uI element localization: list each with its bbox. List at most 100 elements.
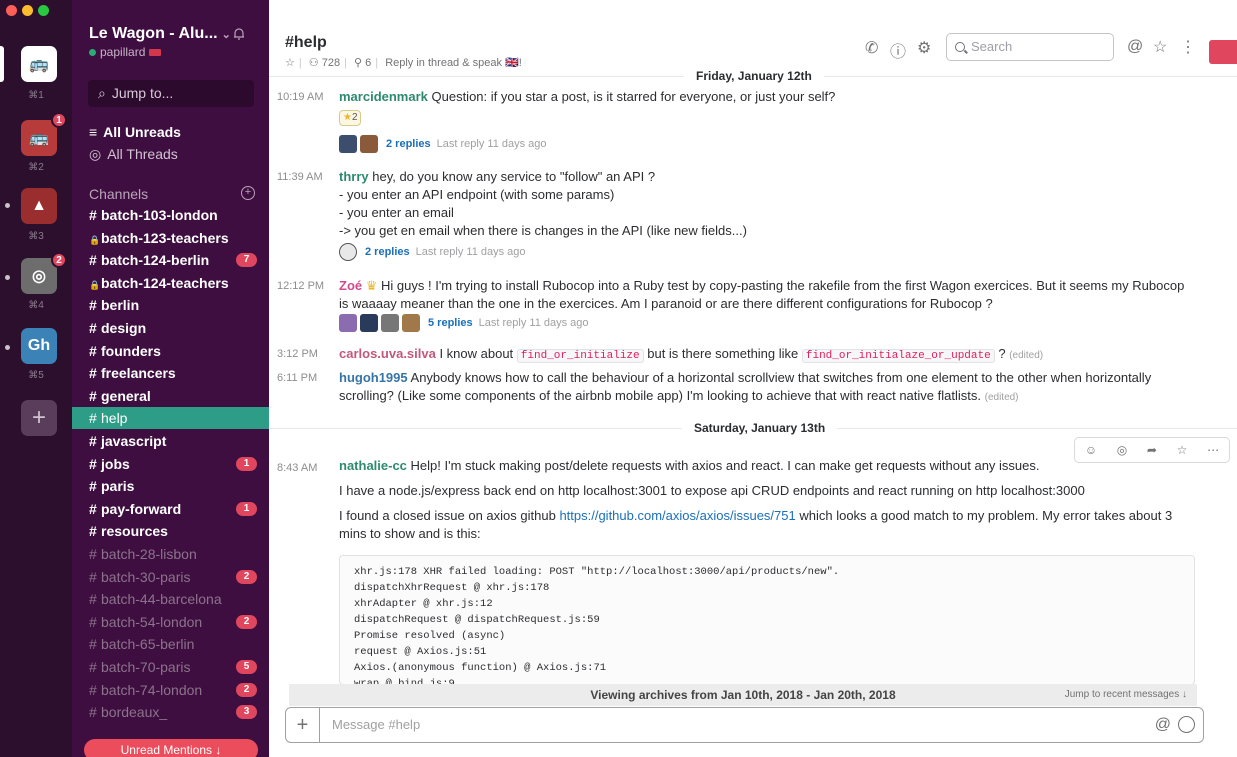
channel-item[interactable]: # batch-103-london: [72, 204, 269, 226]
gift-icon[interactable]: [1209, 40, 1237, 64]
message-author[interactable]: hugoh1995: [339, 370, 408, 385]
github-issue-link[interactable]: https://github.com/axios/axios/issues/75…: [559, 508, 795, 523]
members-icon[interactable]: ⚇: [309, 57, 319, 69]
thread-summary[interactable]: 2 replies Last reply 11 days ago: [339, 132, 547, 156]
all-unreads-link[interactable]: ≡ All Unreads: [89, 124, 181, 140]
channel-item[interactable]: # bordeaux_ 3: [72, 701, 269, 723]
channel-name: batch-103-london: [101, 207, 218, 223]
channel-name: javascript: [101, 433, 167, 449]
channel-item[interactable]: # batch-65-berlin: [72, 633, 269, 655]
jump-to-recent-link[interactable]: Jump to recent messages ↓: [1065, 684, 1187, 706]
maximize-window-button[interactable]: [38, 5, 49, 16]
starred-icon[interactable]: ☆: [1153, 37, 1167, 57]
message-author[interactable]: thrry: [339, 169, 369, 184]
add-workspace-button[interactable]: +: [21, 400, 57, 436]
pin-icon[interactable]: ⚲: [354, 57, 362, 69]
channel-item[interactable]: # batch-70-paris 5: [72, 656, 269, 678]
channel-item[interactable]: # batch-30-paris 2: [72, 566, 269, 588]
channel-item[interactable]: # batch-54-london 2: [72, 611, 269, 633]
workspace-rail: 🚌 ⌘1 🚌 1 ⌘2 ▲ ⌘3 ◎ 2 ⌘4 Gh ⌘5 +: [0, 0, 72, 757]
channel-item[interactable]: # javascript: [72, 430, 269, 452]
channel-item[interactable]: # design: [72, 317, 269, 339]
message-author[interactable]: marcidenmark: [339, 89, 428, 104]
channel-item[interactable]: 🔒batch-124-teachers: [72, 272, 269, 294]
hash-icon: #: [89, 659, 97, 675]
channels-header[interactable]: Channels +: [89, 186, 255, 202]
message-input[interactable]: Message #help: [332, 708, 420, 742]
start-thread-icon[interactable]: ◎: [1117, 443, 1127, 457]
message: thrry hey, do you know any service to "f…: [339, 168, 747, 240]
search-input[interactable]: Search: [946, 33, 1114, 61]
workspace-2[interactable]: 🚌: [21, 120, 57, 156]
attach-button[interactable]: +: [286, 708, 320, 742]
minimize-window-button[interactable]: [22, 5, 33, 16]
thread-summary[interactable]: 5 replies Last reply 11 days ago: [339, 311, 589, 335]
share-icon[interactable]: ➦: [1147, 443, 1157, 457]
workspace-3[interactable]: ▲: [21, 188, 57, 224]
all-threads-link[interactable]: ◎ All Threads: [89, 146, 178, 163]
info-icon[interactable]: ⓘ: [890, 38, 906, 62]
message-timestamp[interactable]: 8:43 AM: [277, 462, 317, 474]
channel-item[interactable]: # founders: [72, 340, 269, 362]
channel-item[interactable]: # batch-74-london 2: [72, 679, 269, 701]
close-window-button[interactable]: [6, 5, 17, 16]
message-timestamp[interactable]: 3:12 PM: [277, 348, 318, 360]
reply-count[interactable]: 2 replies: [365, 246, 410, 258]
member-count[interactable]: 728: [322, 57, 340, 69]
reaction-star[interactable]: ★2: [339, 110, 361, 126]
slack-window: 🚌 ⌘1 🚌 1 ⌘2 ▲ ⌘3 ◎ 2 ⌘4 Gh ⌘5 + Le Wagon…: [0, 0, 1237, 757]
current-user[interactable]: papillard: [89, 45, 162, 59]
thread-summary[interactable]: 2 replies Last reply 11 days ago: [339, 240, 526, 264]
message-timestamp[interactable]: 11:39 AM: [277, 171, 323, 183]
workspace-1[interactable]: 🚌: [21, 46, 57, 82]
channel-item[interactable]: # batch-28-lisbon: [72, 543, 269, 565]
message-composer[interactable]: + Message #help @: [285, 707, 1204, 743]
emoji-icon[interactable]: [1178, 716, 1195, 733]
channel-item[interactable]: 🔒batch-123-teachers: [72, 227, 269, 249]
unread-mentions-button[interactable]: Unread Mentions ↓: [84, 739, 258, 757]
channel-item[interactable]: # freelancers: [72, 362, 269, 384]
team-menu[interactable]: Le Wagon - Alu... ⌄: [89, 25, 231, 43]
add-reaction-icon[interactable]: ☺: [1085, 443, 1097, 457]
more-options-icon[interactable]: ⋮: [1180, 37, 1196, 57]
channel-item[interactable]: # general: [72, 385, 269, 407]
channel-item[interactable]: # batch-124-berlin 7: [72, 249, 269, 271]
message-timestamp[interactable]: 10:19 AM: [277, 91, 323, 103]
reply-count[interactable]: 2 replies: [386, 138, 431, 150]
channel-item[interactable]: # pay-forward 1: [72, 498, 269, 520]
hash-icon: #: [89, 297, 97, 314]
message-text: I know about: [435, 346, 517, 361]
day-divider-saturday: Saturday, January 13th: [682, 421, 838, 435]
channel-item[interactable]: # berlin: [72, 294, 269, 316]
channel-item[interactable]: # help: [72, 407, 269, 430]
archive-range: Viewing archives from Jan 10th, 2018 - J…: [590, 688, 896, 702]
mention-icon[interactable]: @: [1155, 716, 1171, 734]
reply-count[interactable]: 5 replies: [428, 317, 473, 329]
message-text: Question: if you star a post, is it star…: [427, 89, 836, 104]
message-timestamp[interactable]: 12:12 PM: [277, 280, 324, 292]
gear-icon[interactable]: ⚙: [917, 38, 931, 58]
channel-item[interactable]: # batch-44-barcelona: [72, 588, 269, 610]
phone-icon[interactable]: ✆: [865, 38, 878, 58]
bell-icon[interactable]: [232, 27, 246, 41]
jump-to-button[interactable]: ⌕ Jump to...: [88, 80, 254, 107]
channel-item[interactable]: # jobs 1: [72, 453, 269, 475]
message-author[interactable]: Zoé: [339, 278, 362, 293]
more-actions-icon[interactable]: ⋯: [1207, 443, 1219, 457]
channel-item[interactable]: # paris: [72, 475, 269, 497]
message-line: - you enter an API endpoint (with some p…: [339, 187, 615, 202]
star-icon: ★: [343, 112, 352, 123]
inline-code: find_or_initialaze_or_update: [801, 349, 995, 363]
message-timestamp[interactable]: 6:11 PM: [277, 372, 317, 384]
last-reply: Last reply 11 days ago: [415, 246, 526, 258]
message-author[interactable]: carlos.uva.silva: [339, 346, 436, 361]
star-icon[interactable]: ☆: [1177, 443, 1188, 457]
mentions-icon[interactable]: @: [1127, 38, 1143, 56]
add-channel-icon[interactable]: +: [241, 186, 255, 200]
message-author[interactable]: nathalie-cc: [339, 458, 407, 473]
workspace-5[interactable]: Gh: [21, 328, 57, 364]
workspace-5-shortcut: ⌘5: [28, 370, 44, 381]
channel-item[interactable]: # resources: [72, 520, 269, 542]
star-icon[interactable]: ☆: [285, 57, 295, 69]
pin-count[interactable]: 6: [365, 57, 371, 69]
